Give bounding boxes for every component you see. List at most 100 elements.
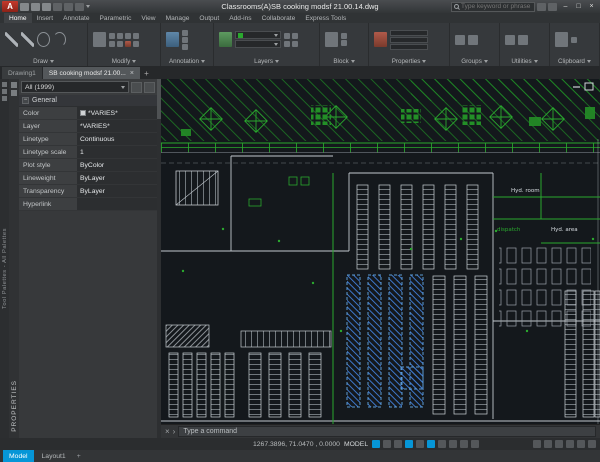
insert-block-icon[interactable] xyxy=(325,32,338,47)
layer-lock-icon[interactable] xyxy=(284,41,290,47)
explode-tool-icon[interactable] xyxy=(133,41,139,47)
line-tool-icon[interactable] xyxy=(5,32,18,47)
circle-tool-icon[interactable] xyxy=(37,32,50,47)
arc-tool-icon[interactable] xyxy=(53,32,66,47)
selection-filter-dropdown[interactable]: All (1999) xyxy=(21,81,129,93)
tool-palettes-strip[interactable]: Tool Palettes - All Palettes xyxy=(0,79,9,438)
grid-toggle-icon[interactable] xyxy=(372,440,380,448)
tab-parametric[interactable]: Parametric xyxy=(95,13,137,23)
property-row-linetype-scale[interactable]: Linetype scale 1 xyxy=(19,146,157,159)
erase-tool-icon[interactable] xyxy=(125,41,131,47)
edit-block-icon[interactable] xyxy=(341,40,347,46)
group-icon[interactable] xyxy=(455,35,465,45)
isolate-objects-icon[interactable] xyxy=(577,440,585,448)
maximize-button[interactable]: □ xyxy=(572,1,585,12)
sign-in-icon[interactable] xyxy=(537,3,546,11)
mirror-tool-icon[interactable] xyxy=(133,33,139,39)
new-file-icon[interactable] xyxy=(20,3,29,11)
layer-off-icon[interactable] xyxy=(284,33,290,39)
polar-toggle-icon[interactable] xyxy=(405,440,413,448)
tab-express-tools[interactable]: Express Tools xyxy=(300,13,351,23)
lineweight-toggle-icon[interactable] xyxy=(460,440,468,448)
tab-home[interactable]: Home xyxy=(4,13,32,23)
leader-tool-icon[interactable] xyxy=(182,37,188,43)
palette-gear-icon[interactable] xyxy=(2,89,7,94)
trim-tool-icon[interactable] xyxy=(117,41,123,47)
rotate-tool-icon[interactable] xyxy=(125,33,131,39)
table-tool-icon[interactable] xyxy=(182,44,188,50)
match-properties-icon[interactable] xyxy=(374,32,387,47)
file-tab-current[interactable]: SB cooking modsf 21.00... × xyxy=(43,67,140,79)
layer-isolate-icon[interactable] xyxy=(292,41,298,47)
tab-annotate[interactable]: Annotate xyxy=(58,13,94,23)
layer-state-dropdown[interactable] xyxy=(235,40,281,48)
quick-select-tool-icon[interactable] xyxy=(518,35,528,45)
annotation-panel-label[interactable]: Annotation xyxy=(161,56,213,66)
isodraft-toggle-icon[interactable] xyxy=(416,440,424,448)
model-tab[interactable]: Model xyxy=(3,450,34,462)
utilities-panel-label[interactable]: Utilities xyxy=(500,56,549,66)
drawing-canvas[interactable]: Hyd. room dispatch Hyd. area xyxy=(161,79,600,424)
palette-pin-icon[interactable] xyxy=(2,82,7,87)
help-icon[interactable] xyxy=(548,3,557,11)
toggle-pickadd-icon[interactable] xyxy=(131,82,142,93)
copy-clip-icon[interactable] xyxy=(571,37,577,43)
tab-collaborate[interactable]: Collaborate xyxy=(257,13,301,23)
palette-title-bar[interactable]: PROPERTIES xyxy=(9,79,19,438)
paste-icon[interactable] xyxy=(555,32,568,47)
create-block-icon[interactable] xyxy=(341,33,347,39)
property-row-color[interactable]: Color *VARIES* xyxy=(19,107,157,120)
linetype-dropdown[interactable] xyxy=(390,37,428,43)
property-row-hyperlink[interactable]: Hyperlink xyxy=(19,198,157,211)
property-row-linetype[interactable]: Linetype Continuous xyxy=(19,133,157,146)
open-file-icon[interactable] xyxy=(31,3,40,11)
search-input[interactable] xyxy=(461,3,532,10)
scale-tool-icon[interactable] xyxy=(109,41,115,47)
command-close-icon[interactable]: × xyxy=(165,428,170,436)
ungroup-icon[interactable] xyxy=(468,35,478,45)
lineweight-dropdown[interactable] xyxy=(390,44,428,50)
file-tab-drawing1[interactable]: Drawing1 xyxy=(2,67,42,79)
pallet-grid[interactable] xyxy=(499,247,591,331)
quick-select-icon[interactable] xyxy=(144,82,155,93)
transparency-toggle-icon[interactable] xyxy=(471,440,479,448)
command-line[interactable]: × › Type a command xyxy=(161,424,600,438)
new-layout-icon[interactable]: + xyxy=(74,453,84,460)
search-box[interactable] xyxy=(451,2,535,12)
layer-dropdown[interactable] xyxy=(235,31,281,39)
close-button[interactable]: × xyxy=(585,1,598,12)
undo-icon[interactable] xyxy=(64,3,73,11)
block-panel-label[interactable]: Block xyxy=(320,56,368,66)
racking-center[interactable] xyxy=(433,276,487,414)
workspace-switch-icon[interactable] xyxy=(544,440,552,448)
groups-panel-label[interactable]: Groups xyxy=(450,56,499,66)
redo-icon[interactable] xyxy=(75,3,84,11)
osnap-toggle-icon[interactable] xyxy=(427,440,435,448)
text-tool-icon[interactable] xyxy=(166,32,179,47)
draw-panel-label[interactable]: Draw xyxy=(0,56,87,66)
tab-output[interactable]: Output xyxy=(194,13,224,23)
move-tool-icon[interactable] xyxy=(93,32,106,47)
clean-screen-icon[interactable] xyxy=(588,440,596,448)
close-tab-icon[interactable]: × xyxy=(130,70,134,77)
layer-properties-icon[interactable] xyxy=(219,32,232,47)
plot-icon[interactable] xyxy=(53,3,62,11)
save-icon[interactable] xyxy=(42,3,51,11)
dimension-tool-icon[interactable] xyxy=(182,30,188,36)
polyline-tool-icon[interactable] xyxy=(21,32,34,47)
layer-freeze-icon[interactable] xyxy=(292,33,298,39)
tab-addins[interactable]: Add-ins xyxy=(224,13,256,23)
clipboard-panel-label[interactable]: Clipboard xyxy=(550,56,599,66)
tab-manage[interactable]: Manage xyxy=(161,13,195,23)
stretch-tool-icon[interactable] xyxy=(117,33,123,39)
snap-toggle-icon[interactable] xyxy=(383,440,391,448)
modify-panel-label[interactable]: Modify xyxy=(88,56,160,66)
quick-properties-icon[interactable] xyxy=(566,440,574,448)
otrack-toggle-icon[interactable] xyxy=(438,440,446,448)
general-section-header[interactable]: − General xyxy=(19,95,157,107)
command-input[interactable]: Type a command xyxy=(178,426,596,437)
color-dropdown[interactable] xyxy=(390,30,428,36)
units-icon[interactable] xyxy=(555,440,563,448)
measure-icon[interactable] xyxy=(505,35,515,45)
quick-access-dropdown-icon[interactable] xyxy=(86,5,90,8)
